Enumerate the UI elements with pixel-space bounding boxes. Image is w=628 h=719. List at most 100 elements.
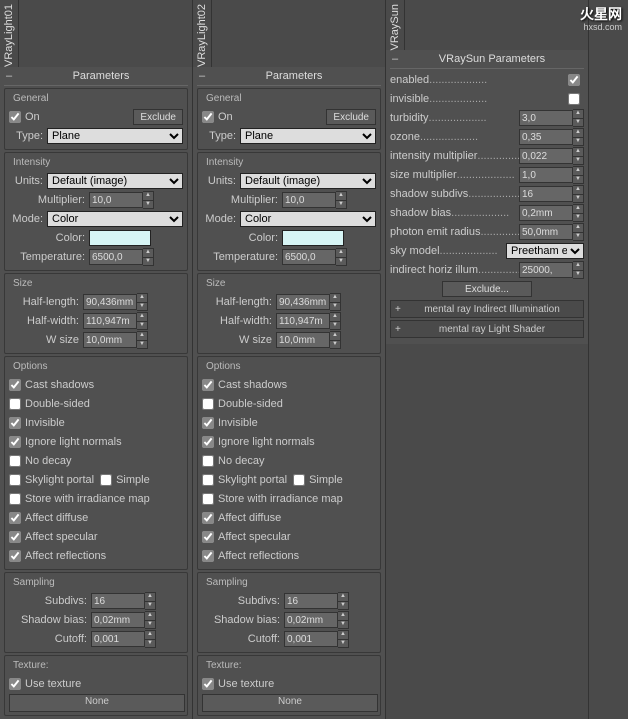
double-sided-checkbox[interactable] <box>9 398 21 410</box>
ozone[interactable]: ▲▼ <box>519 128 584 146</box>
store-irr-checkbox[interactable] <box>9 493 21 505</box>
on-checkbox[interactable] <box>9 111 21 123</box>
affect-diffuse-checkbox[interactable] <box>9 512 21 524</box>
skylight-checkbox[interactable] <box>202 474 214 486</box>
photon-emit-radius-input[interactable] <box>519 224 573 240</box>
spinner-down-icon[interactable]: ▼ <box>573 233 583 241</box>
shadow-bias-input[interactable] <box>284 612 338 628</box>
spinner-down-icon[interactable]: ▼ <box>145 602 155 610</box>
spinner-up-icon[interactable]: ▲ <box>137 332 147 341</box>
exclude-button[interactable]: Exclude... <box>442 281 532 297</box>
subdivs[interactable]: ▲▼ <box>91 592 156 610</box>
spinner-down-icon[interactable]: ▼ <box>330 341 340 349</box>
half-width[interactable]: ▲▼ <box>276 312 341 330</box>
color-swatch[interactable] <box>282 230 344 246</box>
spinner-down-icon[interactable]: ▼ <box>137 303 147 311</box>
half-width-input[interactable] <box>83 313 137 329</box>
shadow-subdivs-input[interactable] <box>519 186 573 202</box>
half-length-input[interactable] <box>83 294 137 310</box>
no-decay-checkbox[interactable] <box>9 455 21 467</box>
cast-shadows-checkbox[interactable] <box>202 379 214 391</box>
spinner-down-icon[interactable]: ▼ <box>143 201 153 209</box>
type-select[interactable]: Plane <box>240 128 376 144</box>
wsize[interactable]: ▲▼ <box>83 331 148 349</box>
spinner-down-icon[interactable]: ▼ <box>145 621 155 629</box>
mode-select[interactable]: Color <box>240 211 376 227</box>
spinner-up-icon[interactable]: ▲ <box>143 192 153 201</box>
photon-emit-radius[interactable]: ▲▼ <box>519 223 584 241</box>
ignore-normals-checkbox[interactable] <box>9 436 21 448</box>
spinner-down-icon[interactable]: ▼ <box>137 341 147 349</box>
wsize-input[interactable] <box>276 332 330 348</box>
spinner-down-icon[interactable]: ▼ <box>573 214 583 222</box>
subdivs-input[interactable] <box>284 593 338 609</box>
intensity-multiplier[interactable]: ▲▼ <box>519 147 584 165</box>
indirect-horiz-illum-input[interactable] <box>519 262 573 278</box>
spinner-down-icon[interactable]: ▼ <box>336 201 346 209</box>
spinner-up-icon[interactable]: ▲ <box>145 612 155 621</box>
spinner-down-icon[interactable]: ▼ <box>573 271 583 279</box>
spinner-up-icon[interactable]: ▲ <box>330 294 340 303</box>
affect-specular-checkbox[interactable] <box>9 531 21 543</box>
texture-none-button[interactable]: None <box>9 694 185 712</box>
size-multiplier-input[interactable] <box>519 167 573 183</box>
exclude-button[interactable]: Exclude <box>133 109 183 125</box>
spinner-up-icon[interactable]: ▲ <box>573 186 583 195</box>
turbidity[interactable]: ▲▼ <box>519 109 584 127</box>
use-texture-checkbox[interactable] <box>9 678 21 690</box>
spinner-up-icon[interactable]: ▲ <box>338 631 348 640</box>
tab-vraylight02[interactable]: VRayLight02 <box>193 0 212 67</box>
affect-specular-checkbox[interactable] <box>202 531 214 543</box>
on-checkbox[interactable] <box>202 111 214 123</box>
turbidity-input[interactable] <box>519 110 573 126</box>
spinner-up-icon[interactable]: ▲ <box>338 612 348 621</box>
spinner-up-icon[interactable]: ▲ <box>330 313 340 322</box>
tab-vraysun[interactable]: VRaySun <box>386 0 405 50</box>
cutoff[interactable]: ▲▼ <box>284 630 349 648</box>
spinner-down-icon[interactable]: ▼ <box>330 322 340 330</box>
invisible-checkbox[interactable] <box>568 93 580 105</box>
tab-vraylight01[interactable]: VRayLight01 <box>0 0 19 67</box>
no-decay-checkbox[interactable] <box>202 455 214 467</box>
texture-none-button[interactable]: None <box>202 694 378 712</box>
invisible-checkbox[interactable] <box>202 417 214 429</box>
affect-reflections-checkbox[interactable] <box>9 550 21 562</box>
exclude-button[interactable]: Exclude <box>326 109 376 125</box>
spinner-down-icon[interactable]: ▼ <box>573 138 583 146</box>
spinner-down-icon[interactable]: ▼ <box>573 176 583 184</box>
shadow-bias[interactable]: ▲▼ <box>91 611 156 629</box>
spinner-up-icon[interactable]: ▲ <box>573 224 583 233</box>
cutoff-input[interactable] <box>91 631 145 647</box>
wsize-input[interactable] <box>83 332 137 348</box>
temperature[interactable]: ▲▼ <box>282 248 347 266</box>
shadow-bias[interactable]: ▲▼ <box>519 204 584 222</box>
half-width[interactable]: ▲▼ <box>83 312 148 330</box>
spinner-up-icon[interactable]: ▲ <box>338 593 348 602</box>
spinner-up-icon[interactable]: ▲ <box>336 249 346 258</box>
multiplier[interactable]: ▲▼ <box>282 191 347 209</box>
spinner-up-icon[interactable]: ▲ <box>137 294 147 303</box>
spinner-down-icon[interactable]: ▼ <box>573 119 583 127</box>
rollout-mr-indirect[interactable]: +mental ray Indirect Illumination <box>390 300 584 318</box>
spinner-up-icon[interactable]: ▲ <box>336 192 346 201</box>
rollout-mr-shader[interactable]: +mental ray Light Shader <box>390 320 584 338</box>
sky-model-select[interactable]: Preetham et <box>506 243 584 259</box>
indirect-horiz-illum[interactable]: ▲▼ <box>519 261 584 279</box>
intensity-multiplier-input[interactable] <box>519 148 573 164</box>
ozone-input[interactable] <box>519 129 573 145</box>
half-width-input[interactable] <box>276 313 330 329</box>
shadow-bias-input[interactable] <box>91 612 145 628</box>
multiplier[interactable]: ▲▼ <box>89 191 154 209</box>
half-length-input[interactable] <box>276 294 330 310</box>
spinner-up-icon[interactable]: ▲ <box>573 129 583 138</box>
subdivs[interactable]: ▲▼ <box>284 592 349 610</box>
shadow-bias-input[interactable] <box>519 205 573 221</box>
spinner-up-icon[interactable]: ▲ <box>573 205 583 214</box>
spinner-up-icon[interactable]: ▲ <box>145 593 155 602</box>
shadow-bias[interactable]: ▲▼ <box>284 611 349 629</box>
multiplier-input[interactable] <box>89 192 143 208</box>
spinner-up-icon[interactable]: ▲ <box>330 332 340 341</box>
spinner-up-icon[interactable]: ▲ <box>573 262 583 271</box>
spinner-down-icon[interactable]: ▼ <box>573 157 583 165</box>
multiplier-input[interactable] <box>282 192 336 208</box>
